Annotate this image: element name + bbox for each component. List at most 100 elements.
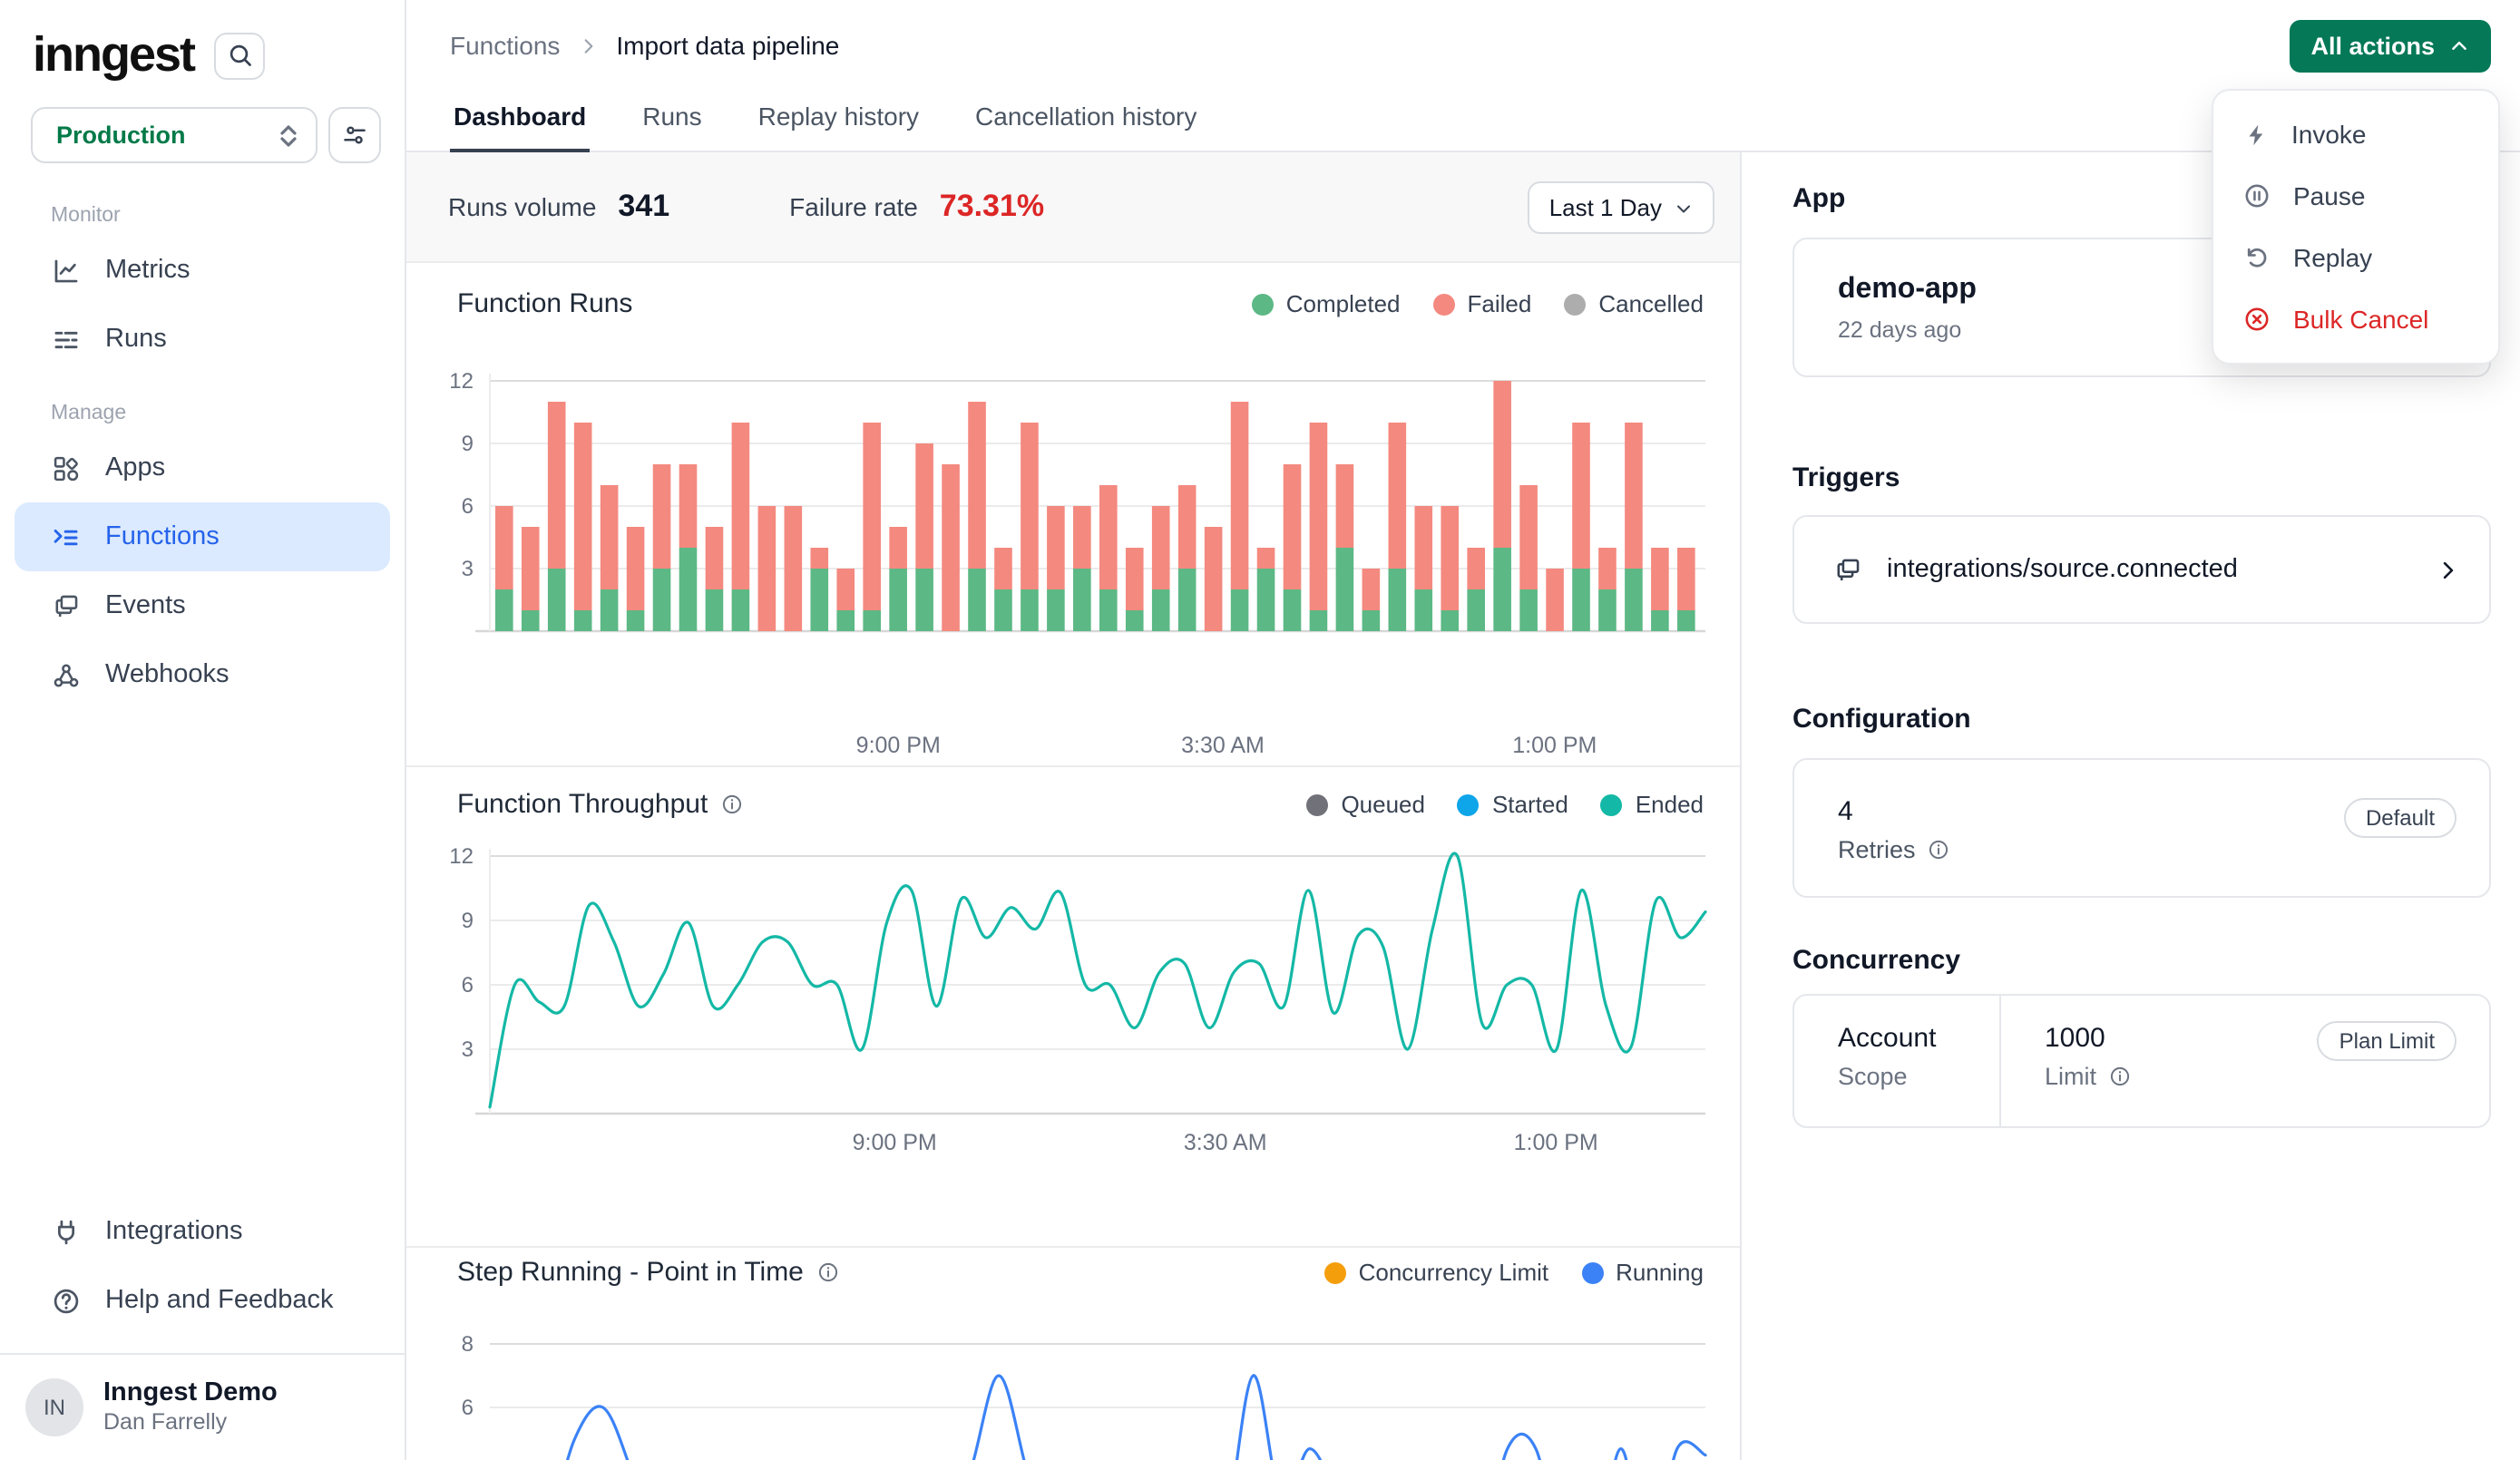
bar-group xyxy=(758,506,777,631)
bar-group xyxy=(915,443,933,631)
bar-group xyxy=(653,464,671,631)
chevron-right-icon xyxy=(578,35,598,55)
sidebar-item-help-and-feedback[interactable]: Help and Feedback xyxy=(15,1266,390,1335)
bar-group xyxy=(522,527,540,631)
function-throughput-chart: 369129:00 PM3:30 AM1:00 PM xyxy=(406,767,1740,1246)
app-window: inngest Production MonitorMetricsRunsMan… xyxy=(0,0,2520,1460)
svg-text:9:00 PM: 9:00 PM xyxy=(856,733,941,758)
all-actions-button[interactable]: All actions xyxy=(2289,20,2491,73)
bar-group xyxy=(1021,423,1039,631)
svg-text:3:30 AM: 3:30 AM xyxy=(1184,1130,1267,1155)
svg-text:6: 6 xyxy=(462,494,474,519)
bar-group xyxy=(942,464,960,631)
sidebar-nav: Monitor Metrics Runs Manage AppsFunctionsEve… xyxy=(0,205,405,709)
trigger-event-name: integrations/source.connected xyxy=(1887,555,2238,584)
bar-group xyxy=(1073,506,1091,631)
bar-group xyxy=(968,402,986,631)
bar-group xyxy=(1205,527,1223,631)
environment-settings-button[interactable] xyxy=(328,107,381,163)
stats-band: Runs volume 341 Failure rate 73.31% Last… xyxy=(406,152,1740,263)
environment-selector[interactable]: Production xyxy=(31,107,317,163)
function-runs-chart: 369129:00 PM3:30 AM1:00 PM xyxy=(406,263,1740,765)
menu-item-replay[interactable]: Replay xyxy=(2213,227,2498,288)
info-icon[interactable] xyxy=(2107,1065,2131,1088)
tab-cancellation-history[interactable]: Cancellation history xyxy=(972,85,1200,152)
tab-runs[interactable]: Runs xyxy=(639,85,705,152)
triggers-heading: Triggers xyxy=(1792,462,1900,493)
svg-text:1:00 PM: 1:00 PM xyxy=(1512,733,1597,758)
menu-item-label: Replay xyxy=(2293,243,2372,272)
concurrency-limit-label: Limit xyxy=(2045,1063,2096,1090)
bar-group xyxy=(1126,548,1144,631)
svg-text:6: 6 xyxy=(462,1396,474,1420)
menu-item-invoke[interactable]: Invoke xyxy=(2213,103,2498,165)
bar-group xyxy=(732,423,750,631)
bar-group xyxy=(1178,485,1197,631)
bar-group xyxy=(1284,464,1302,631)
sidebar-item-runs[interactable]: Runs xyxy=(15,305,390,374)
sidebar-item-webhooks[interactable]: Webhooks xyxy=(15,640,390,709)
retries-card: 4 Retries Default xyxy=(1792,758,2491,898)
time-range-selector[interactable]: Last 1 Day xyxy=(1528,181,1714,234)
plan-limit-badge: Plan Limit xyxy=(2318,1021,2457,1061)
sidebar-footer: Integrations Help and Feedback xyxy=(0,1197,405,1353)
trigger-card[interactable]: integrations/source.connected xyxy=(1792,515,2491,624)
sidebar-item-events[interactable]: Events xyxy=(15,571,390,640)
bar-group xyxy=(574,423,592,631)
menu-item-bulk-cancel[interactable]: Bulk Cancel xyxy=(2213,288,2498,350)
sidebar-item-metrics[interactable]: Metrics xyxy=(15,236,390,305)
failure-rate-label: Failure rate xyxy=(789,192,918,221)
sidebar-item-label: Integrations xyxy=(105,1217,243,1246)
tab-bar: Dashboard Runs Replay history Cancellation … xyxy=(450,85,1200,152)
bolt-icon xyxy=(2242,121,2270,148)
sidebar-item-label: Metrics xyxy=(105,256,190,285)
menu-item-label: Bulk Cancel xyxy=(2293,305,2428,334)
sidebar-item-functions[interactable]: Functions xyxy=(15,502,390,571)
runs-volume-value: 341 xyxy=(618,189,669,225)
info-icon[interactable] xyxy=(1927,838,1950,861)
failure-rate-value: 73.31% xyxy=(940,189,1044,225)
user-name: Inngest Demo xyxy=(103,1377,278,1409)
cancel-icon xyxy=(2242,305,2271,334)
bar-group xyxy=(1336,464,1354,631)
concurrency-heading: Concurrency xyxy=(1792,945,1960,976)
menu-item-pause[interactable]: Pause xyxy=(2213,165,2498,227)
user-block[interactable]: IN Inngest Demo Dan Farrelly xyxy=(0,1353,405,1460)
concurrency-scope-value: Account xyxy=(1838,1023,1999,1054)
tab-dashboard[interactable]: Dashboard xyxy=(450,85,590,152)
bar-group xyxy=(836,569,855,631)
breadcrumb-functions[interactable]: Functions xyxy=(450,31,560,60)
breadcrumb-current: Import data pipeline xyxy=(616,31,839,60)
replay-icon xyxy=(2242,243,2271,272)
bar-group xyxy=(889,527,907,631)
top-bar: Functions Import data pipeline Dashboard… xyxy=(406,0,2520,152)
search-icon xyxy=(226,42,253,69)
svg-text:1:00 PM: 1:00 PM xyxy=(1514,1130,1598,1155)
all-actions-label: All actions xyxy=(2310,33,2435,60)
breadcrumb: Functions Import data pipeline xyxy=(406,0,2520,60)
chevron-up-icon xyxy=(2449,36,2469,56)
sidebar-item-integrations[interactable]: Integrations xyxy=(15,1197,390,1266)
svg-text:9: 9 xyxy=(462,432,474,456)
svg-text:3:30 AM: 3:30 AM xyxy=(1181,733,1265,758)
nav-section-label-manage: Manage xyxy=(0,403,405,424)
search-button[interactable] xyxy=(214,32,265,79)
environment-label: Production xyxy=(56,122,186,149)
sidebar-item-apps[interactable]: Apps xyxy=(15,433,390,502)
bar-group xyxy=(495,506,513,631)
bar-group xyxy=(679,464,698,631)
events-icon xyxy=(51,590,82,621)
concurrency-scope-label: Scope xyxy=(1838,1063,1999,1090)
nav-section-label-monitor: Monitor xyxy=(0,205,405,227)
default-badge: Default xyxy=(2344,798,2457,838)
svg-text:8: 8 xyxy=(462,1332,474,1357)
bar-group xyxy=(1598,548,1617,631)
bar-group xyxy=(706,527,724,631)
bar-group xyxy=(1651,548,1669,631)
all-actions-menu: InvokePause Replay Bulk Cancel xyxy=(2212,89,2500,365)
tab-replay-history[interactable]: Replay history xyxy=(755,85,923,152)
bar-group xyxy=(1152,506,1170,631)
step-running-point-in-time-chart: 68 xyxy=(406,1248,1740,1460)
sidebar: inngest Production MonitorMetricsRunsMan… xyxy=(0,0,406,1460)
sidebar-item-label: Webhooks xyxy=(105,660,230,689)
